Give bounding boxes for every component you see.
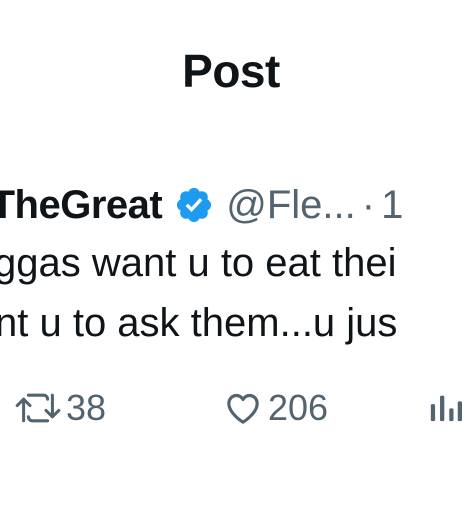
tweet-text-line: nt u to ask them...u jus: [0, 301, 398, 345]
views-button[interactable]: [428, 390, 462, 424]
retweet-count: 38: [66, 387, 107, 428]
tweet-timestamp[interactable]: 1: [381, 180, 403, 230]
heart-icon: [222, 388, 264, 428]
verified-badge-icon: [174, 185, 214, 225]
like-count: 206: [268, 387, 329, 428]
retweet-button[interactable]: 38: [14, 386, 106, 430]
like-button[interactable]: 206: [222, 386, 328, 430]
separator-dot: ·: [361, 183, 376, 227]
retweet-icon: [14, 388, 62, 428]
tweet-text-line: ggas want u to eat thei: [0, 241, 397, 285]
author-handle[interactable]: @Fle...: [226, 180, 356, 230]
tweet-author-row: lTheGreat @Fle... · 1: [0, 180, 403, 230]
tweet[interactable]: lTheGreat @Fle... · 1 ggas want u to eat…: [0, 0, 462, 512]
tweet-action-bar: 38 206: [0, 382, 462, 432]
author-display-name[interactable]: lTheGreat: [0, 180, 163, 230]
views-chart-icon: [428, 390, 462, 424]
